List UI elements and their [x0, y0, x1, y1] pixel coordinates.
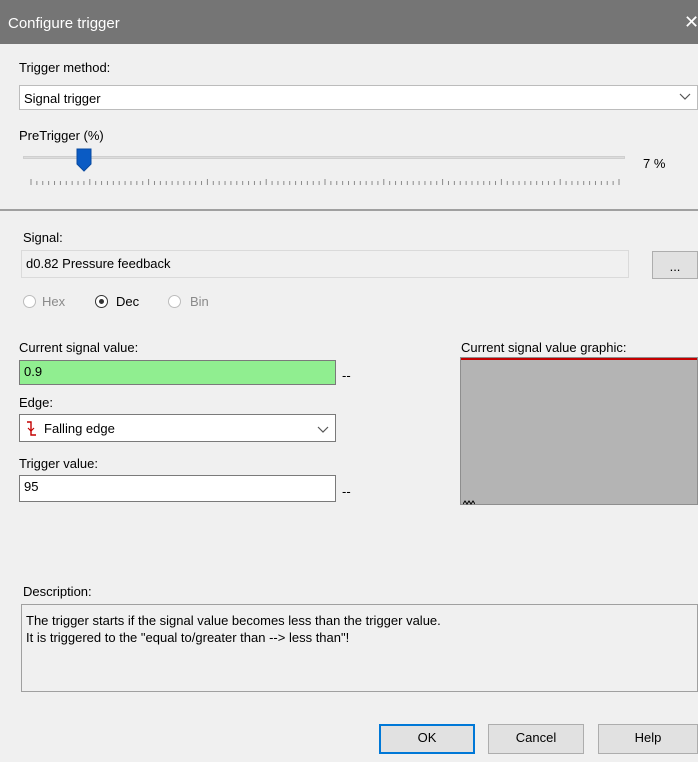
- signal-label: Signal:: [23, 230, 63, 245]
- signal-value-graphic: [460, 357, 698, 505]
- radio-dec[interactable]: [95, 295, 108, 308]
- radio-bin-label: Bin: [190, 294, 209, 309]
- edge-select[interactable]: Falling edge: [19, 414, 336, 442]
- pretrigger-slider-thumb[interactable]: [76, 148, 92, 172]
- graphic-label: Current signal value graphic:: [461, 340, 627, 355]
- description-label: Description:: [23, 584, 92, 599]
- trigger-value-text: 95: [24, 479, 39, 494]
- cancel-button[interactable]: Cancel: [488, 724, 584, 754]
- trigger-method-select[interactable]: Signal trigger: [19, 85, 698, 110]
- pretrigger-ticks: [30, 179, 620, 185]
- radio-bin[interactable]: [168, 295, 181, 308]
- pretrigger-slider-track[interactable]: [23, 156, 625, 159]
- current-value-field: 0.9: [19, 360, 336, 385]
- chevron-down-icon: [317, 422, 329, 439]
- trigger-value-unit: --: [342, 484, 351, 499]
- dialog-title: Configure trigger: [8, 15, 120, 32]
- title-bar: Configure trigger ✕: [0, 0, 698, 44]
- ok-button[interactable]: OK: [379, 724, 475, 754]
- current-value-text: 0.9: [24, 364, 43, 379]
- pretrigger-label: PreTrigger (%): [19, 128, 104, 143]
- current-value-unit: --: [342, 368, 351, 383]
- graphic-signal-line: [461, 358, 697, 360]
- description-line-1: The trigger starts if the signal value b…: [26, 613, 441, 628]
- trigger-value-input[interactable]: 95: [19, 475, 336, 502]
- edge-label: Edge:: [19, 395, 53, 410]
- radio-hex[interactable]: [23, 295, 36, 308]
- description-box: The trigger starts if the signal value b…: [21, 604, 698, 692]
- edge-value: Falling edge: [44, 421, 115, 436]
- current-value-label: Current signal value:: [19, 340, 139, 355]
- trigger-method-value: Signal trigger: [24, 91, 101, 106]
- trigger-method-label: Trigger method:: [19, 60, 111, 75]
- radio-hex-label: Hex: [42, 294, 66, 309]
- signal-value: d0.82 Pressure feedback: [26, 256, 171, 271]
- radio-dec-label: Dec: [116, 294, 140, 309]
- falling-edge-icon: [24, 421, 38, 440]
- chevron-down-icon: [679, 89, 691, 106]
- separator: [0, 209, 698, 211]
- help-button[interactable]: Help: [598, 724, 698, 754]
- graphic-zigzag-icon: [462, 494, 476, 509]
- trigger-value-label: Trigger value:: [19, 456, 98, 471]
- signal-field: d0.82 Pressure feedback: [21, 250, 629, 278]
- pretrigger-value: 7 %: [643, 156, 666, 171]
- signal-browse-button[interactable]: ...: [652, 251, 698, 279]
- description-line-2: It is triggered to the "equal to/greater…: [26, 630, 350, 645]
- close-icon[interactable]: ✕: [684, 13, 698, 31]
